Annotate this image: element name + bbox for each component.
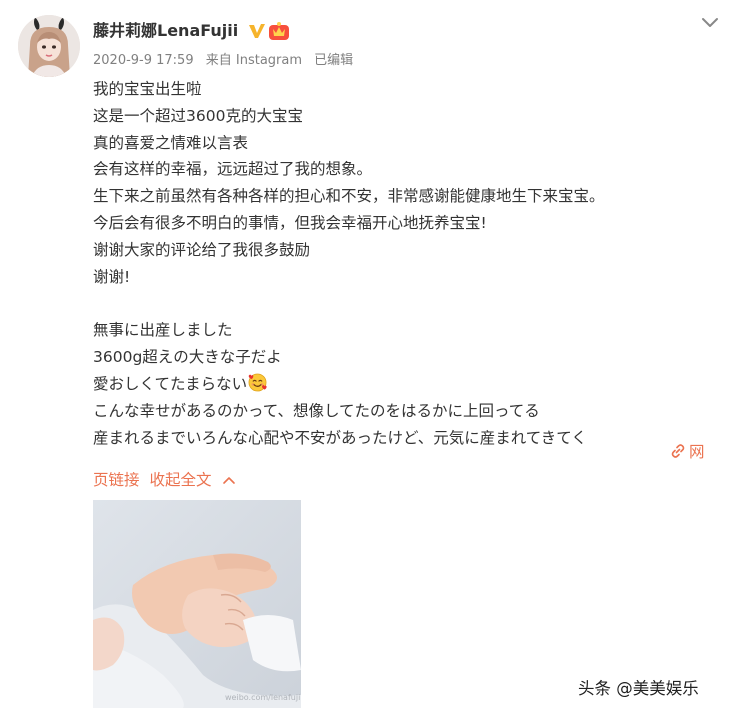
post-text-line: 3600g超えの大きな子だよ [93,348,282,367]
web-link-continuation[interactable]: 页链接 [93,471,140,489]
post-text-line: こんな幸せがあるのかって、想像してたのをはるかに上回ってる [93,401,540,420]
chevron-down-icon[interactable] [700,12,720,32]
post-text-line: 今后会有很多不明白的事情，但我会幸福开心地抚养宝宝! [93,213,487,232]
smiling-face-with-hearts-icon [248,373,267,401]
link-icon [671,444,685,458]
link-row: 页链接 收起全文 [93,468,236,492]
post-text-line: 谢谢! [93,267,131,286]
watermark: 头条 @美美娱乐 [578,679,699,698]
post-photo[interactable]: weibo.com/lenafujii [93,500,301,708]
web-link-label[interactable]: 网 [689,443,705,461]
web-link-start[interactable]: 网 [670,441,705,463]
svg-text:weibo.com/lenafujii: weibo.com/lenafujii [225,693,301,702]
edited-label[interactable]: 已编辑 [314,53,353,68]
post-text-line: 谢谢大家的评论给了我很多鼓励 [93,240,311,259]
chevron-up-icon[interactable] [222,475,236,485]
post-text-line: 我的宝宝出生啦 [93,80,202,98]
post-text: 愛おしくてたまらない [93,374,248,393]
post-content: 我的宝宝出生啦 这是一个超过3600克的大宝宝 真的喜爱之情难以言表 会有这样的… [93,76,723,451]
post-text-line-with-emoji: 愛おしくてたまらない [93,371,723,398]
post-meta: 2020-9-9 17:59 来自 Instagram 已编辑 [93,52,361,70]
post-text-line: 無事に出産しました [93,321,233,340]
username[interactable]: 藤井莉娜LenaFujii [93,20,238,42]
post-text-line: 生下来之前虽然有各种各样的担心和不安，非常感谢能健康地生下来宝宝。 [93,187,605,206]
post-text-line: 産まれるまでいろんな心配や不安があったけど、元気に産まれてきてく [93,428,587,447]
post-timestamp[interactable]: 2020-9-9 17:59 [93,53,194,68]
collapse-full-text-link[interactable]: 收起全文 [150,471,212,489]
vip-crown-icon[interactable] [268,21,290,41]
avatar[interactable] [18,15,80,77]
post-text-line: 真的喜爱之情难以言表 [93,133,249,152]
post-text-line: 这是一个超过3600克的大宝宝 [93,106,303,125]
post-source: 来自 Instagram [205,53,303,68]
post-text-line: 会有这样的幸福，远远超过了我的想象。 [93,160,373,179]
verified-badge-icon [247,21,267,41]
